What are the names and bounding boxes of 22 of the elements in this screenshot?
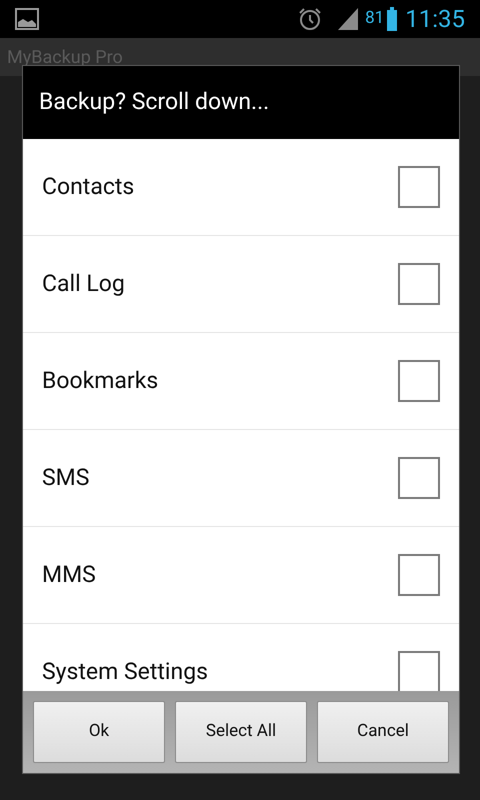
option-label: System Settings xyxy=(42,656,209,687)
dialog-button[interactable]: Cancel xyxy=(317,701,449,763)
signal-icon xyxy=(337,7,360,31)
battery-percent: 81 xyxy=(365,7,384,30)
clock-time: 11:35 xyxy=(405,4,465,35)
dialog-button[interactable]: Select All xyxy=(175,701,307,763)
checkbox[interactable] xyxy=(398,554,440,596)
checkbox[interactable] xyxy=(398,263,440,305)
option-label: Contacts xyxy=(42,172,136,202)
alarm-clock-icon xyxy=(297,7,324,31)
option-label: MMS xyxy=(42,560,97,590)
dialog-button[interactable]: Ok xyxy=(33,701,165,763)
checkbox[interactable] xyxy=(398,360,440,402)
image-icon xyxy=(15,8,39,30)
battery-icon xyxy=(387,7,398,31)
option-label: Bookmarks xyxy=(42,366,160,396)
checkbox[interactable] xyxy=(398,457,440,499)
checkbox[interactable] xyxy=(398,166,440,208)
option-label: SMS xyxy=(42,462,90,493)
dialog-title: Backup? Scroll down... xyxy=(39,87,270,118)
checkbox[interactable] xyxy=(398,651,440,691)
option-label: Call Log xyxy=(42,268,126,299)
